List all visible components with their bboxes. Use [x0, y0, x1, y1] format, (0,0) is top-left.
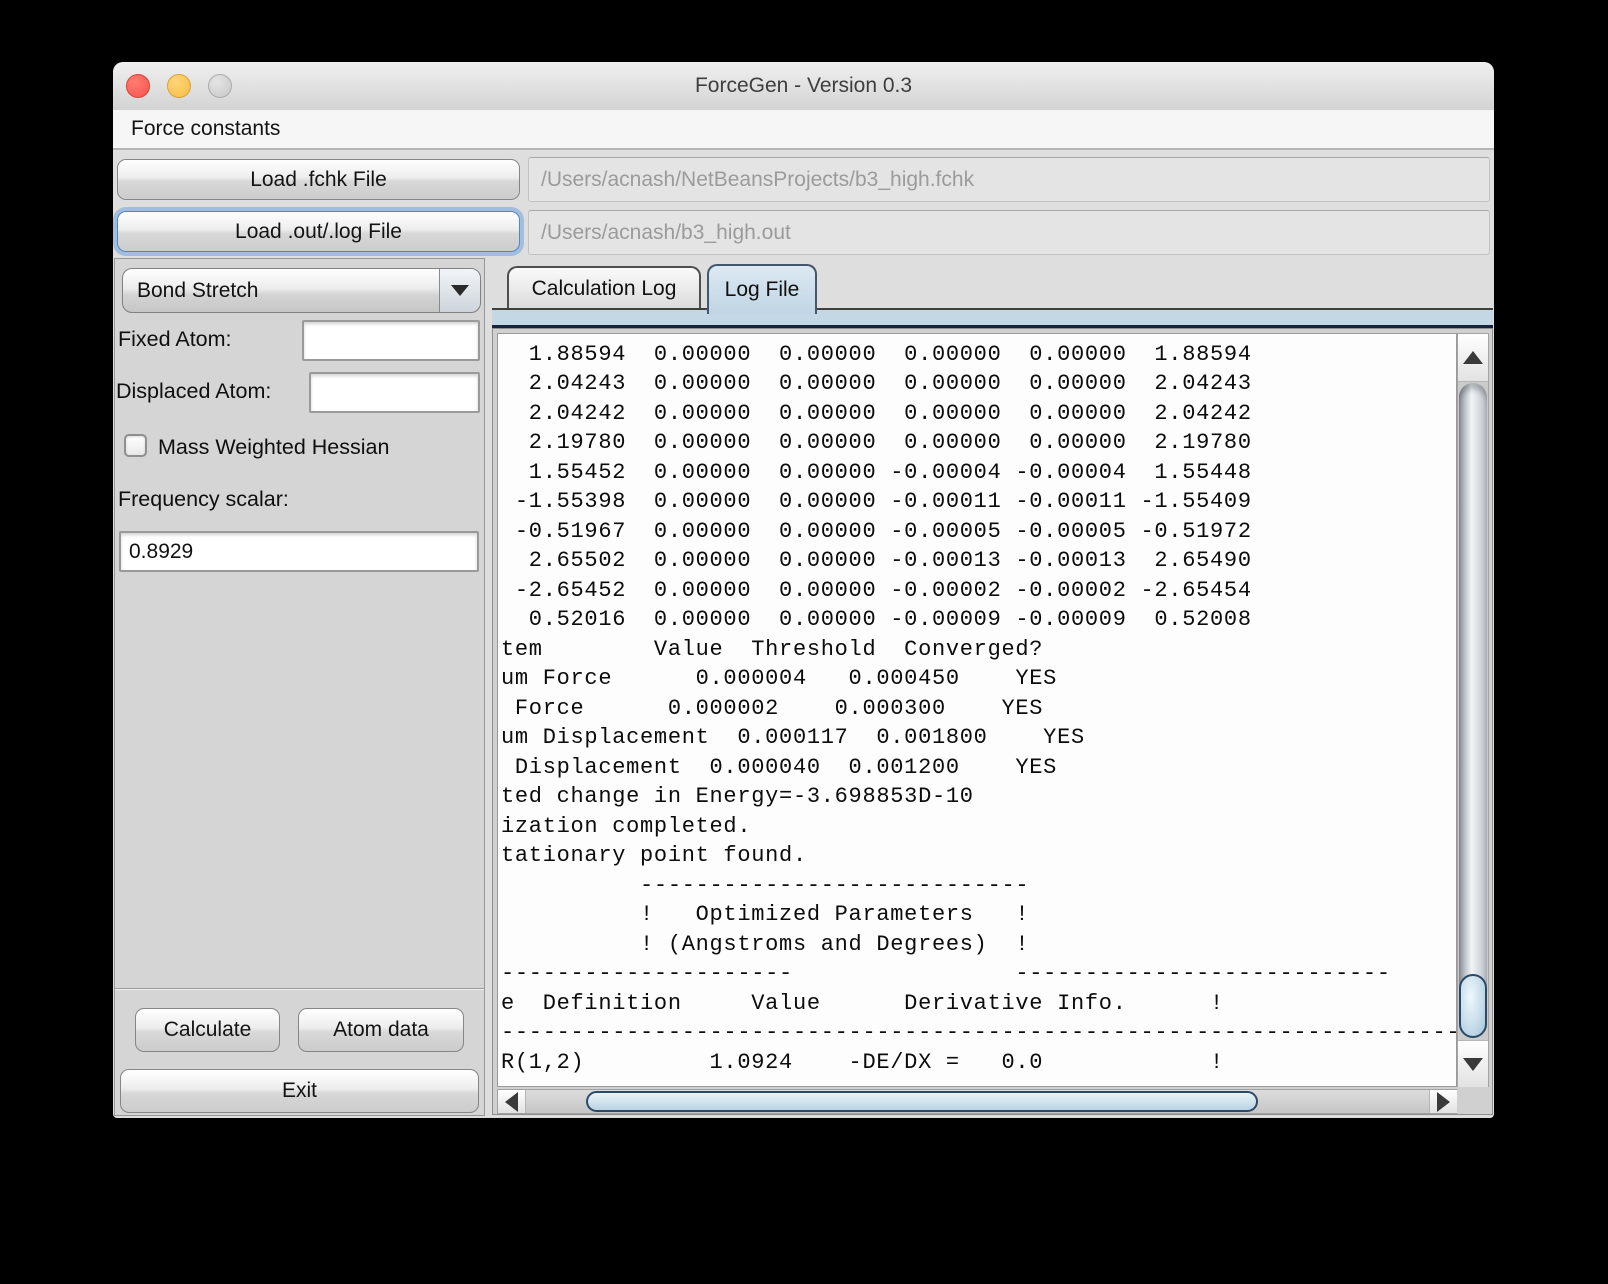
tab-pane-header-strip: [492, 308, 1493, 328]
arrow-left-icon: [505, 1091, 518, 1112]
vertical-scroll-thumb-cap: [1459, 974, 1487, 1038]
horizontal-scrollbar[interactable]: [497, 1089, 1457, 1114]
atom-data-button[interactable]: Atom data: [298, 1008, 464, 1052]
horizontal-scroll-thumb[interactable]: [586, 1091, 1258, 1112]
dropdown-arrow-button[interactable]: [439, 269, 480, 312]
menu-force-constants[interactable]: Force constants: [131, 117, 280, 141]
displaced-atom-label: Displaced Atom:: [116, 379, 272, 403]
app-window: ForceGen - Version 0.3 Force constants L…: [113, 62, 1494, 1118]
scroll-down-button[interactable]: [1458, 1040, 1488, 1087]
arrow-up-icon: [1463, 351, 1483, 364]
title-bar[interactable]: ForceGen - Version 0.3: [113, 62, 1494, 111]
tab-calculation-log[interactable]: Calculation Log: [507, 266, 701, 310]
load-fchk-button[interactable]: Load .fchk File: [117, 159, 520, 200]
arrow-right-icon: [1437, 1091, 1450, 1112]
calculate-button[interactable]: Calculate: [135, 1008, 280, 1052]
out-path-field[interactable]: /Users/acnash/b3_high.out: [528, 210, 1490, 255]
log-file-pane: 0.00000 0.00000 0.00000 0.00000 0.00000 …: [492, 328, 1493, 1115]
analysis-type-dropdown[interactable]: Bond Stretch: [122, 268, 481, 313]
chevron-down-icon: [451, 285, 469, 296]
menu-bar: Force constants: [113, 110, 1494, 150]
arrow-down-icon: [1463, 1057, 1483, 1071]
frequency-scalar-label: Frequency scalar:: [118, 487, 289, 511]
log-text: 0.00000 0.00000 0.00000 0.00000 0.00000 …: [501, 334, 1456, 1075]
fchk-path-field[interactable]: /Users/acnash/NetBeansProjects/b3_high.f…: [528, 157, 1490, 202]
fixed-atom-input[interactable]: [302, 320, 480, 361]
vertical-scroll-thumb[interactable]: [1459, 383, 1487, 1038]
control-panel: Bond Stretch Fixed Atom: Displaced Atom:…: [114, 258, 485, 1116]
scroll-left-button[interactable]: [498, 1090, 526, 1113]
fixed-atom-label: Fixed Atom:: [118, 327, 232, 351]
mass-weighted-checkbox[interactable]: [124, 434, 147, 457]
tab-log-file[interactable]: Log File: [707, 264, 817, 314]
mass-weighted-label: Mass Weighted Hessian: [158, 435, 390, 459]
displaced-atom-input[interactable]: [309, 372, 480, 413]
scrollbar-corner: [1457, 1089, 1489, 1114]
dropdown-selected-value: Bond Stretch: [137, 278, 259, 302]
log-text-view[interactable]: 0.00000 0.00000 0.00000 0.00000 0.00000 …: [497, 333, 1457, 1087]
window-title: ForceGen - Version 0.3: [694, 74, 913, 97]
scroll-up-button[interactable]: [1458, 334, 1488, 382]
exit-button[interactable]: Exit: [120, 1069, 479, 1113]
frequency-scalar-input[interactable]: [119, 531, 479, 572]
vertical-scrollbar[interactable]: [1457, 333, 1489, 1087]
scroll-right-button[interactable]: [1429, 1090, 1457, 1113]
load-out-log-button[interactable]: Load .out/.log File: [117, 211, 520, 252]
panel-divider: [115, 988, 484, 990]
